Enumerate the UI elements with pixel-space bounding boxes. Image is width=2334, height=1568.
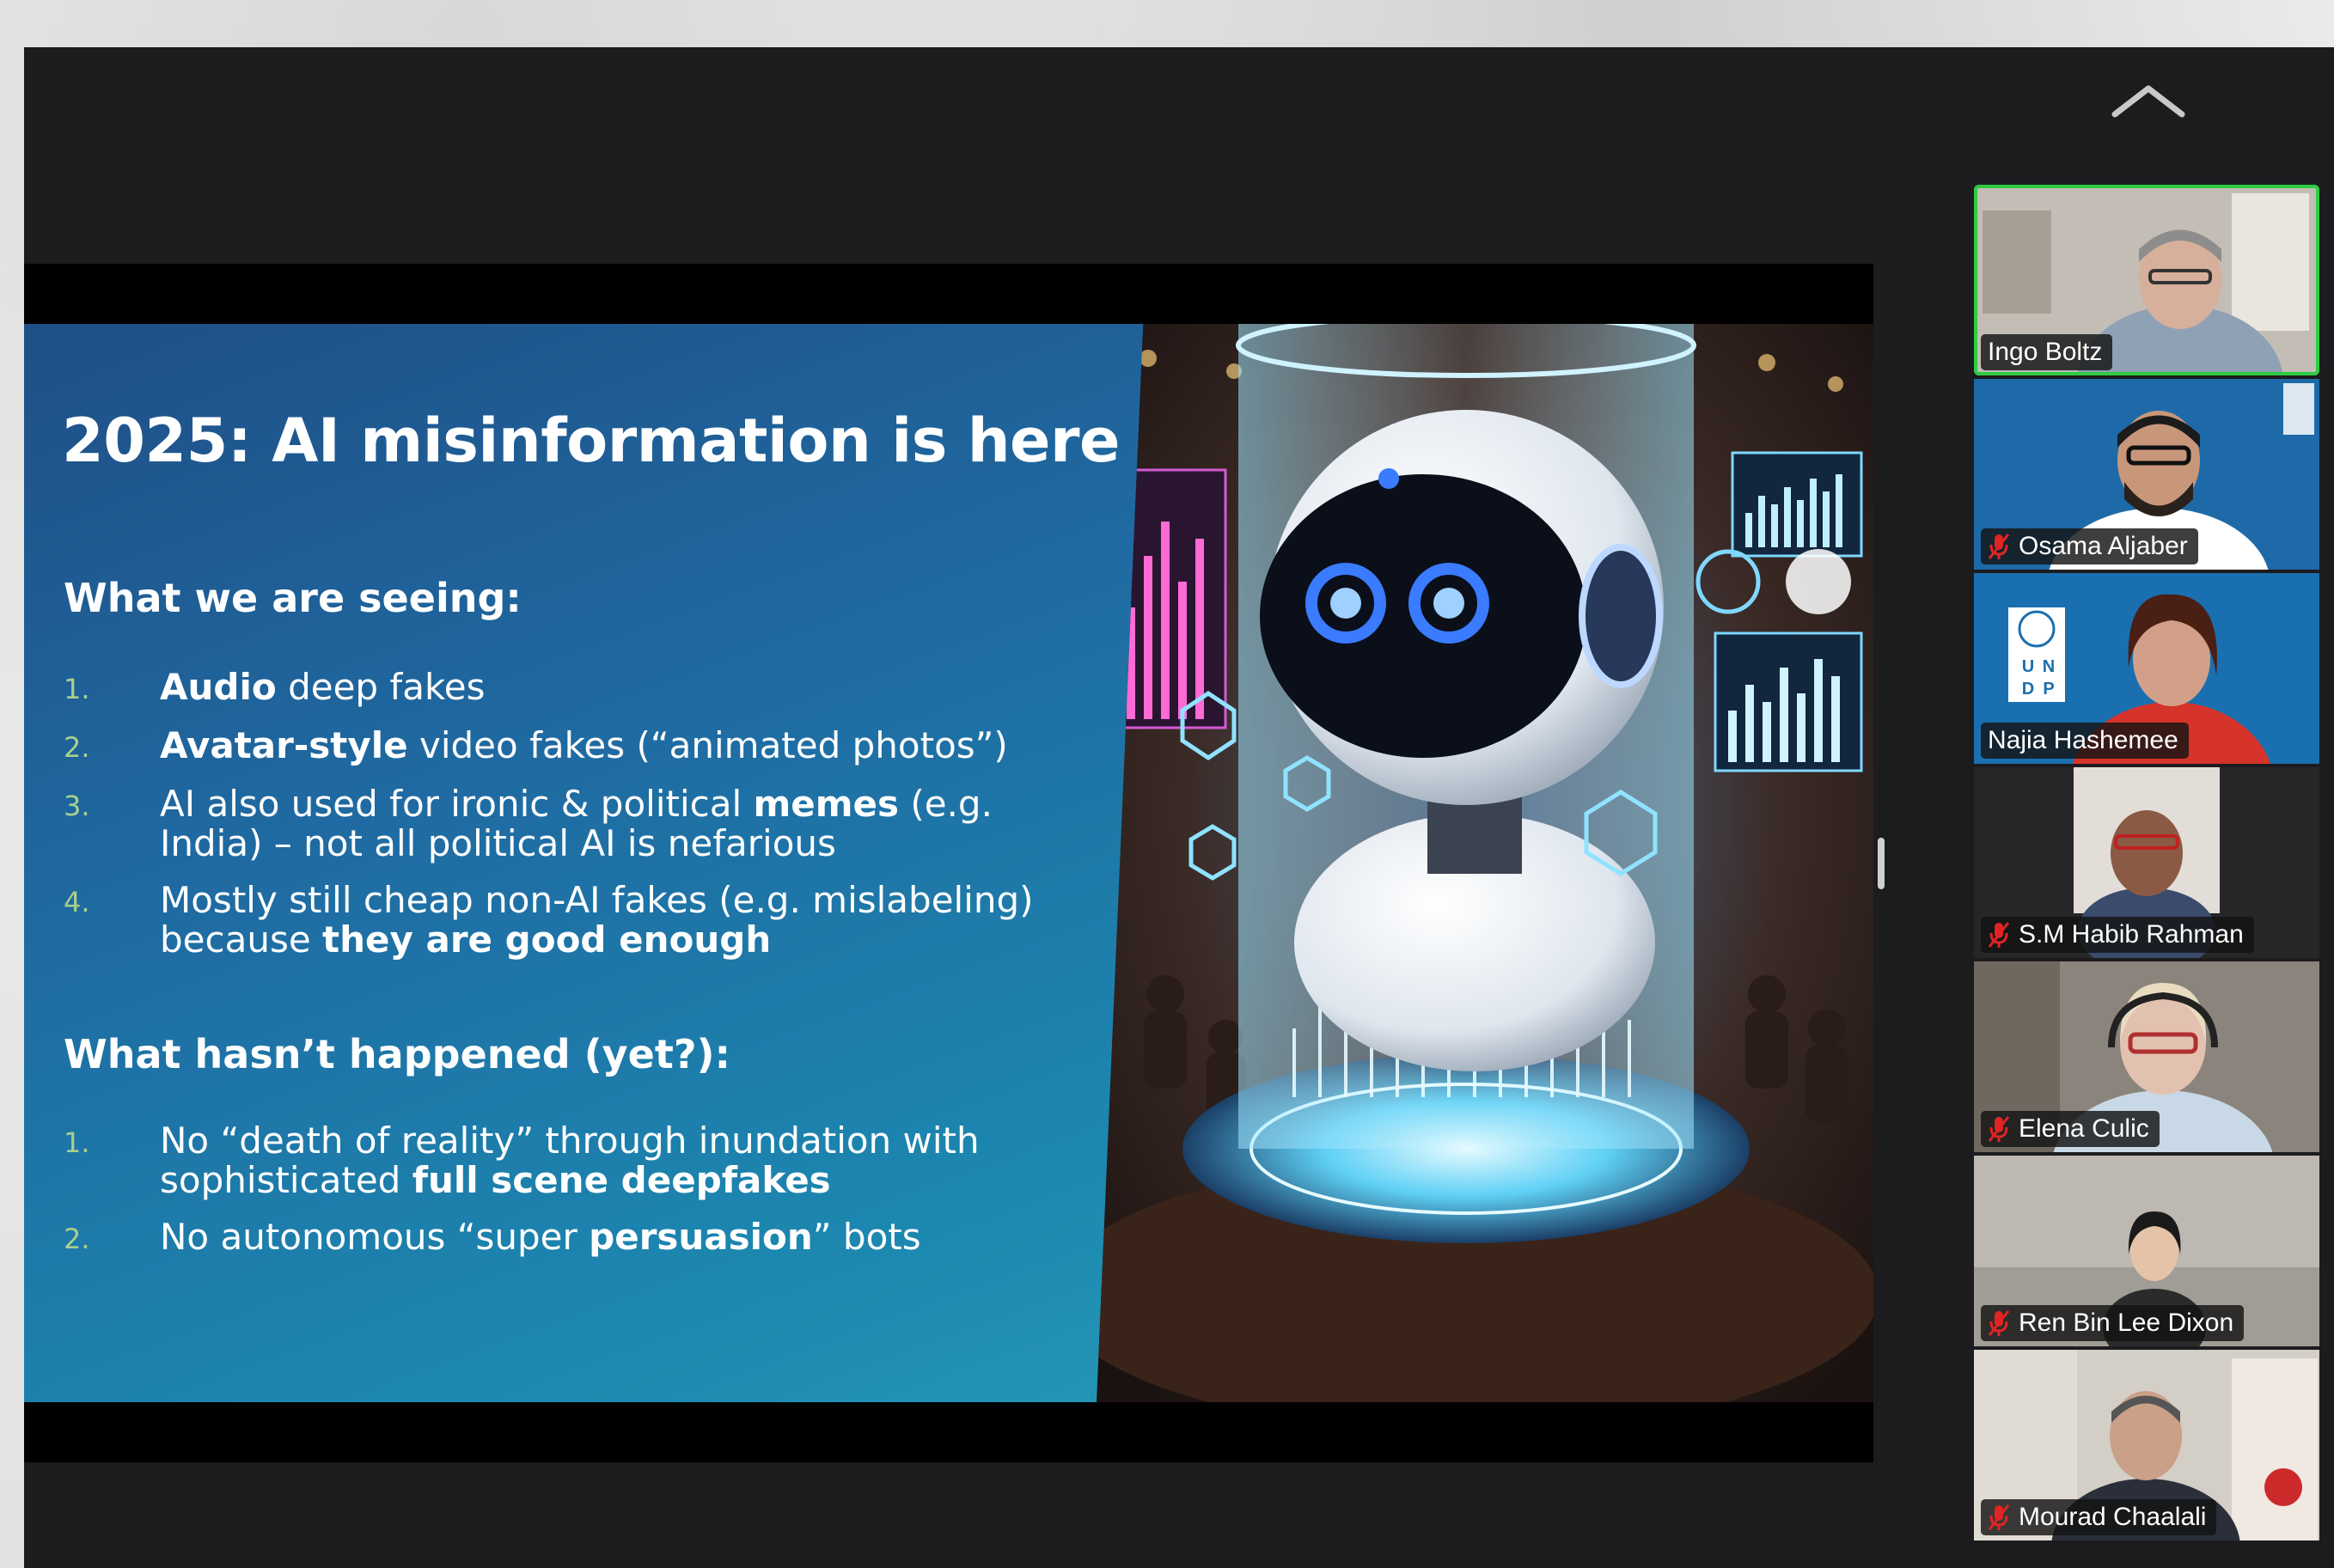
- bullet-text: video fakes (“animated photos”): [407, 724, 1008, 766]
- bullet-bold: Audio: [160, 666, 277, 708]
- chevron-up-icon[interactable]: [2110, 82, 2187, 120]
- participant-name-label: Najia Hashemee: [1981, 723, 2189, 759]
- undp-logo-letter: D: [2021, 680, 2035, 699]
- participant-name: Ingo Boltz: [1988, 338, 2103, 366]
- bullet-number: 3.: [64, 790, 90, 822]
- bullet-number: 2.: [64, 1223, 90, 1255]
- bullet-text: No autonomous “super: [160, 1216, 590, 1258]
- mic-muted-icon: [1988, 534, 2010, 559]
- mic-muted-icon: [1988, 1504, 2010, 1530]
- bullet-number: 4.: [64, 886, 90, 918]
- bullet-bold: persuasion: [589, 1216, 813, 1258]
- mic-muted-icon: [1988, 922, 2010, 948]
- participant-tile[interactable]: Elena Culic: [1974, 961, 2319, 1152]
- splitter-handle[interactable]: [1878, 838, 1885, 889]
- bullet-text: ” bots: [812, 1216, 921, 1258]
- undp-logo-letter: P: [2043, 680, 2055, 699]
- shared-screen: 2025: AI misinformation is here What we …: [24, 264, 1873, 1462]
- bullet-text: deep fakes: [276, 666, 486, 708]
- participant-name: Ren Bin Lee Dixon: [2019, 1309, 2234, 1337]
- bullet-bold: memes: [753, 783, 899, 825]
- bullet-number: 2.: [64, 731, 90, 764]
- not-happened-heading: What hasn’t happened (yet?):: [64, 1031, 730, 1077]
- participant-name-label: Elena Culic: [1981, 1111, 2160, 1147]
- mic-muted-icon: [1988, 1116, 2010, 1142]
- slide-title: 2025: AI misinformation is here: [62, 406, 1121, 476]
- bullet-number: 1.: [64, 1126, 90, 1159]
- seeing-item-4: 4. Mostly still cheap non-AI fakes (e.g.…: [64, 881, 1060, 960]
- participant-name: Najia Hashemee: [1988, 726, 2178, 754]
- mic-muted-icon: [1988, 1310, 2010, 1336]
- not-happened-item-1: 1. No “death of reality” through inundat…: [64, 1121, 1060, 1200]
- bullet-number: 1.: [64, 673, 90, 705]
- participant-name-label: Osama Aljaber: [1981, 528, 2198, 564]
- participant-tile[interactable]: Mourad Chaalali: [1974, 1350, 2319, 1541]
- undp-logo-letter: U: [2021, 657, 2035, 676]
- undp-logo-letter: N: [2042, 657, 2056, 676]
- participant-name-label: Mourad Chaalali: [1981, 1499, 2217, 1535]
- bullet-bold: full scene deepfakes: [412, 1159, 831, 1201]
- participant-name-label: Ingo Boltz: [1981, 334, 2113, 370]
- seeing-item-1: 1. Audio deep fakes: [64, 668, 1060, 707]
- robot-hologram-illustration: [1097, 324, 1873, 1402]
- presentation-slide: 2025: AI misinformation is here What we …: [24, 324, 1873, 1402]
- participant-tile[interactable]: Osama Aljaber: [1974, 379, 2319, 570]
- participant-name: Mourad Chaalali: [2019, 1503, 2207, 1531]
- participant-tile[interactable]: U N D P Najia Hashemee: [1974, 573, 2319, 764]
- participant-tile[interactable]: Ingo Boltz: [1974, 185, 2319, 375]
- participant-name-label: Ren Bin Lee Dixon: [1981, 1305, 2245, 1341]
- participant-tile[interactable]: S.M Habib Rahman: [1974, 767, 2319, 958]
- participant-tile[interactable]: Ren Bin Lee Dixon: [1974, 1156, 2319, 1346]
- not-happened-item-2: 2. No autonomous “super persuasion” bots: [64, 1217, 1060, 1257]
- bullet-bold: they are good enough: [322, 918, 772, 961]
- participant-name: S.M Habib Rahman: [2019, 920, 2244, 949]
- bullet-bold: Avatar-style: [160, 724, 408, 766]
- seeing-item-3: 3. AI also used for ironic & political m…: [64, 784, 1060, 863]
- participant-name-label: S.M Habib Rahman: [1981, 917, 2254, 953]
- seeing-item-2: 2. Avatar-style video fakes (“animated p…: [64, 726, 1060, 766]
- participant-name: Elena Culic: [2019, 1114, 2149, 1143]
- bullet-text: AI also used for ironic & political: [160, 783, 754, 825]
- seeing-heading: What we are seeing:: [64, 575, 522, 621]
- undp-logo: U N D P: [2017, 656, 2060, 699]
- participant-name: Osama Aljaber: [2019, 532, 2188, 560]
